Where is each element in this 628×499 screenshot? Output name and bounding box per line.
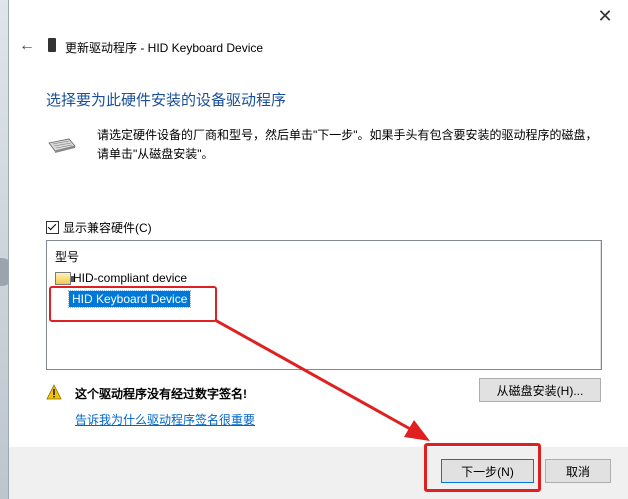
cancel-button[interactable]: 取消 <box>545 459 611 483</box>
signing-info-link[interactable]: 告诉我为什么驱动程序签名很重要 <box>75 411 255 428</box>
list-item-label: HID-compliant device <box>73 271 188 285</box>
list-scroll-track <box>600 241 601 369</box>
checkbox-label: 显示兼容硬件(C) <box>63 221 152 235</box>
device-icon <box>55 271 74 285</box>
list-column-header: 型号 <box>55 250 80 264</box>
checkbox-checked-icon[interactable] <box>46 221 59 234</box>
show-compatible-hardware-checkbox[interactable]: 显示兼容硬件(C) <box>46 219 152 236</box>
device-icon <box>48 38 56 52</box>
keyboard-icon <box>48 138 76 153</box>
annotation-box-selected-item <box>49 286 217 322</box>
list-item[interactable]: HID-compliant device <box>55 269 187 287</box>
have-disk-button[interactable]: 从磁盘安装(H)... <box>479 378 601 402</box>
back-arrow-icon[interactable]: ← <box>17 37 37 55</box>
unsigned-driver-warning: 这个驱动程序没有经过数字签名! <box>75 387 247 401</box>
close-icon[interactable]: ✕ <box>595 6 615 26</box>
update-driver-dialog: ✕ ← 更新驱动程序 - HID Keyboard Device 选择要为此硬件… <box>8 0 628 499</box>
annotation-box-next-button <box>424 443 541 492</box>
page-heading: 选择要为此硬件安装的设备驱动程序 <box>46 92 287 109</box>
instructions-text: 请选定硬件设备的厂商和型号，然后单击"下一步"。如果手头有包含要安装的驱动程序的… <box>97 128 598 161</box>
background-window <box>0 0 8 499</box>
warning-icon <box>46 384 62 400</box>
window-title: 更新驱动程序 - HID Keyboard Device <box>65 41 264 55</box>
